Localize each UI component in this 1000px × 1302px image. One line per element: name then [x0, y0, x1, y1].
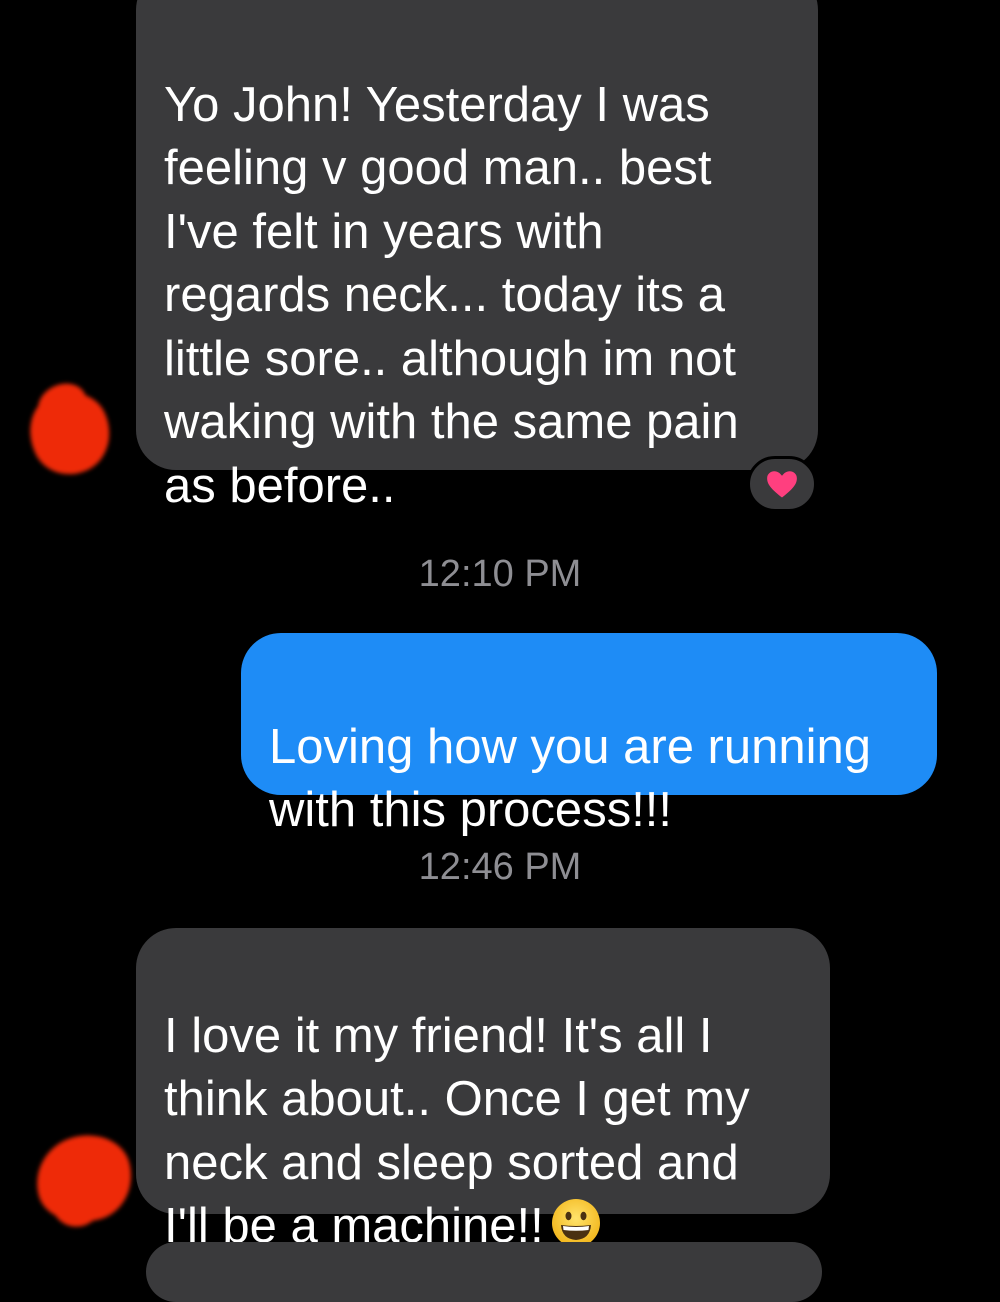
- incoming-message-bubble[interactable]: Yo John! Yesterday I was feeling v good …: [136, 0, 818, 513]
- heart-icon: [767, 471, 797, 498]
- incoming-message-bubble[interactable]: I love it my friend! It's all I think ab…: [136, 928, 830, 1253]
- outgoing-message-bubble[interactable]: Loving how you are running with this pro…: [241, 633, 937, 837]
- tapback-reaction[interactable]: [747, 456, 817, 512]
- message-text: I love it my friend! It's all I think ab…: [164, 1008, 750, 1254]
- avatar-redacted: [16, 378, 124, 488]
- avatar-redacted: [26, 1125, 142, 1233]
- incoming-message-bubble-partial[interactable]: [146, 1242, 822, 1302]
- timestamp: 12:46 PM: [418, 846, 582, 888]
- message-text: Loving how you are running with this pro…: [269, 719, 872, 838]
- message-text: Yo John! Yesterday I was feeling v good …: [164, 77, 739, 513]
- timestamp: 12:10 PM: [418, 553, 582, 595]
